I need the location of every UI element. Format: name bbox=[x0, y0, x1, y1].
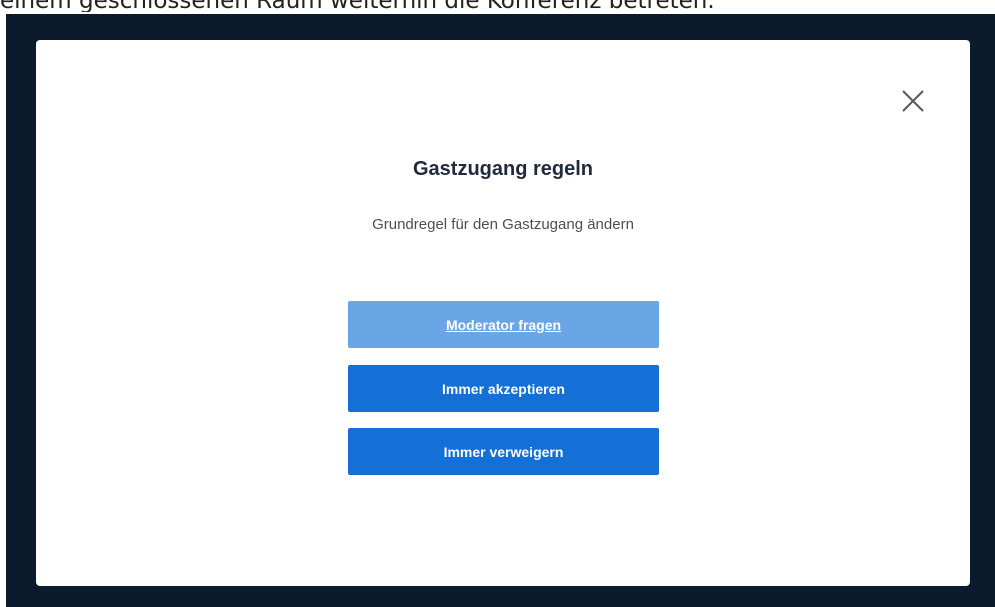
dialog-subtitle: Grundregel für den Gastzugang ändern bbox=[372, 216, 634, 233]
page-caption: einem geschlossenen Raum weiterhin die K… bbox=[0, 0, 995, 12]
guest-access-dialog: Gastzugang regeln Grundregel für den Gas… bbox=[36, 40, 970, 586]
dialog-title: Gastzugang regeln bbox=[412, 158, 594, 180]
always-deny-button[interactable]: Immer verweigern bbox=[348, 428, 659, 475]
ask-moderator-button[interactable]: Moderator fragen bbox=[348, 301, 659, 348]
always-accept-button[interactable]: Immer akzeptieren bbox=[348, 365, 659, 412]
close-icon bbox=[902, 90, 924, 112]
close-button[interactable] bbox=[898, 86, 928, 116]
